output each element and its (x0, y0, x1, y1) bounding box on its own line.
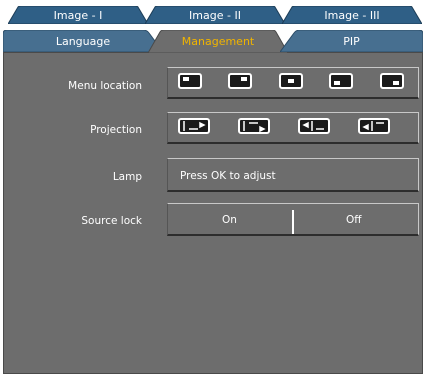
tab-image-2[interactable]: Image - II (145, 6, 285, 24)
tab-pip-label: PIP (343, 34, 360, 48)
front-desktop-icon[interactable] (178, 118, 210, 134)
source-lock-on-option[interactable]: On (222, 214, 237, 226)
source-lock-label: Source lock (81, 215, 142, 227)
tab-image-1[interactable]: Image - I (8, 6, 148, 24)
menu-center-icon[interactable] (279, 73, 303, 89)
menu-bottom-left-icon[interactable] (329, 73, 353, 89)
osd-menu: Image - I Image - II Image - III Languag… (0, 0, 427, 377)
menu-location-label: Menu location (68, 80, 142, 92)
tab-image-2-label: Image - II (189, 8, 241, 22)
projection-selector (167, 112, 419, 144)
tab-management[interactable]: Management (148, 30, 288, 53)
menu-bottom-right-icon[interactable] (380, 73, 404, 89)
rear-ceiling-icon[interactable] (358, 118, 390, 134)
source-lock-selector: On Off (167, 203, 419, 236)
tab-image-1-label: Image - I (53, 8, 103, 22)
source-lock-divider (292, 210, 294, 234)
lamp-adjust-field[interactable]: Press OK to adjust (167, 158, 419, 192)
tab-management-label: Management (181, 35, 255, 48)
tab-pip[interactable]: PIP (280, 30, 423, 52)
management-panel: Menu location Projection Lamp Press OK t… (3, 52, 423, 374)
projection-label: Projection (90, 124, 142, 136)
lamp-adjust-text: Press OK to adjust (180, 170, 276, 182)
front-ceiling-icon[interactable] (238, 118, 270, 134)
menu-location-selector (167, 67, 419, 99)
menu-top-right-icon[interactable] (228, 73, 252, 89)
menu-top-left-icon[interactable] (178, 73, 202, 89)
lamp-label: Lamp (112, 171, 142, 183)
tab-image-3-label: Image - III (324, 8, 380, 22)
source-lock-off-option[interactable]: Off (346, 214, 362, 226)
rear-desktop-icon[interactable] (298, 118, 330, 134)
tab-language[interactable]: Language (3, 30, 163, 52)
tab-image-3[interactable]: Image - III (282, 6, 422, 24)
tab-language-label: Language (55, 34, 111, 48)
